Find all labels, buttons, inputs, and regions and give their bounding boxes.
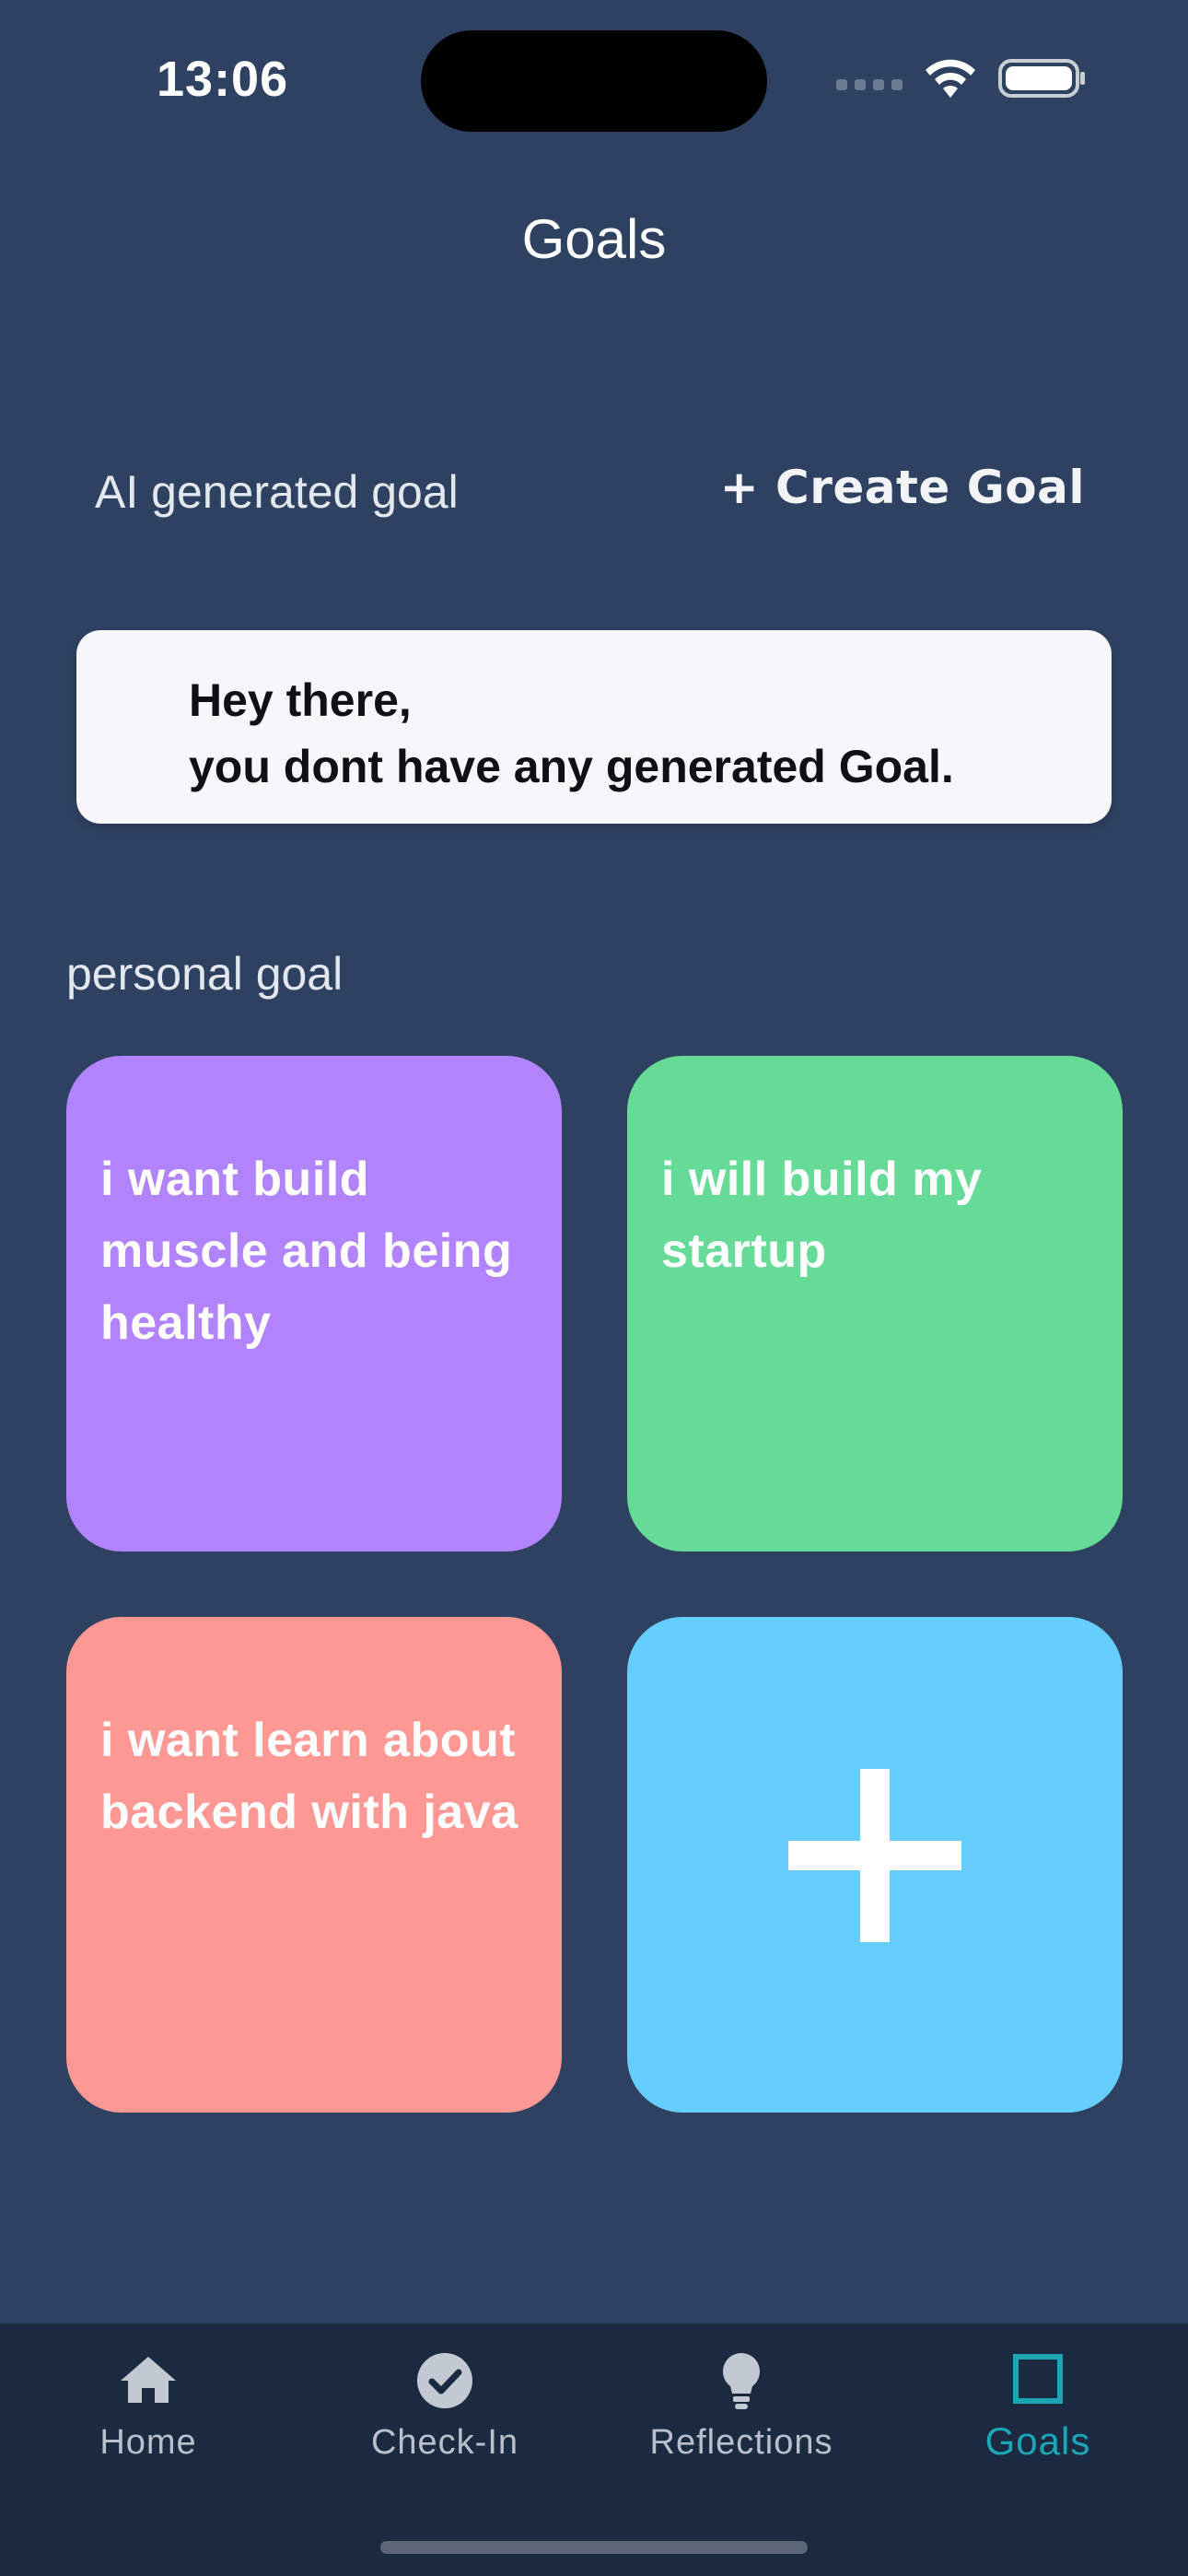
goal-card-text: i want learn about backend with java <box>100 1714 518 1839</box>
goal-card[interactable]: i want build muscle and being healthy <box>66 1056 562 1551</box>
wifi-icon <box>926 59 975 98</box>
home-icon <box>121 2357 176 2403</box>
tab-home-label: Home <box>99 2423 197 2462</box>
goal-card[interactable]: i will build my startup <box>627 1056 1123 1551</box>
tab-goals-label: Goals <box>984 2419 1091 2463</box>
status-time: 13:06 <box>157 52 289 107</box>
ai-goal-empty-card: Hey there, you dont have any generated G… <box>76 630 1112 824</box>
check-circle-icon <box>417 2353 472 2408</box>
tab-home[interactable]: Home <box>0 2324 297 2499</box>
square-icon <box>1013 2354 1063 2404</box>
ai-section-label: AI generated goal <box>95 466 459 518</box>
create-goal-button[interactable]: + Create Goal <box>720 461 1085 514</box>
goals-screen: 13:06 Goals AI generated goal + Create G… <box>0 0 1188 2576</box>
plus-icon <box>788 1769 961 1942</box>
page-title: Goals <box>521 208 667 270</box>
goal-card-text: i want build muscle and being healthy <box>100 1153 513 1350</box>
tab-bar: Home Check-In Reflections Goals <box>0 2324 1188 2576</box>
tab-check-in[interactable]: Check-In <box>297 2324 593 2499</box>
home-indicator[interactable] <box>380 2541 808 2554</box>
tab-check-in-label: Check-In <box>370 2423 519 2462</box>
ai-card-greeting: Hey there, <box>189 674 412 726</box>
dynamic-island <box>421 30 767 132</box>
cellular-signal-icon <box>836 79 903 90</box>
ai-card-message: you dont have any generated Goal. <box>189 741 954 792</box>
lightbulb-icon <box>723 2353 760 2409</box>
personal-section-label: personal goal <box>66 948 344 1000</box>
goal-card-text: i will build my startup <box>661 1153 983 1278</box>
battery-icon <box>998 59 1085 98</box>
tab-reflections-label: Reflections <box>649 2423 833 2462</box>
goal-card[interactable]: i want learn about backend with java <box>66 1617 562 2113</box>
tab-reflections[interactable]: Reflections <box>593 2324 890 2499</box>
tab-goals[interactable]: Goals <box>890 2324 1186 2499</box>
status-icons <box>836 57 1087 100</box>
add-goal-button[interactable] <box>627 1617 1123 2113</box>
